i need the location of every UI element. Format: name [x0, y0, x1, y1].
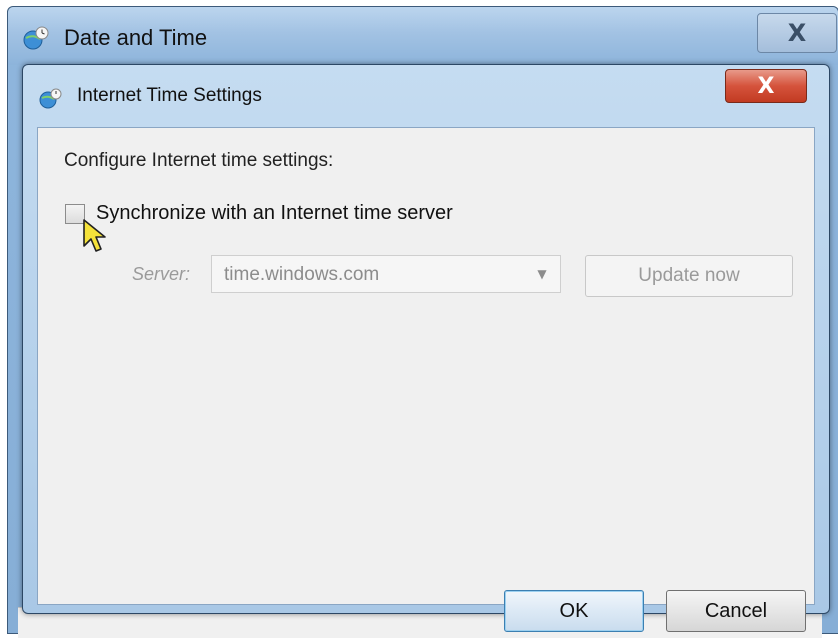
close-icon: X [757, 73, 775, 99]
close-icon: X [787, 19, 807, 47]
dialog-title: Internet Time Settings [77, 85, 262, 106]
clock-globe-icon [39, 88, 62, 109]
dialog-body: Configure Internet time settings: Synchr… [37, 127, 815, 632]
outer-window-title: Date and Time [64, 25, 208, 50]
update-now-button[interactable]: Update now [585, 255, 793, 297]
outer-close-button[interactable]: X [757, 13, 837, 53]
outer-titlebar: Date and Time X [8, 7, 838, 65]
dialog-close-button[interactable]: X [725, 69, 807, 103]
internet-time-settings-dialog: Internet Time Settings X Configure Inter… [22, 64, 830, 632]
sync-checkbox-label[interactable]: Synchronize with an Internet time server [96, 202, 453, 225]
server-label: Server: [132, 264, 191, 284]
chevron-down-icon[interactable]: ▼ [524, 256, 560, 292]
settings-heading: Configure Internet time settings: [64, 150, 334, 171]
clock-globe-icon [23, 26, 49, 50]
server-combobox[interactable]: time.windows.com ▼ [211, 255, 561, 293]
mouse-pointer-icon [83, 219, 106, 252]
server-value: time.windows.com [224, 264, 380, 285]
